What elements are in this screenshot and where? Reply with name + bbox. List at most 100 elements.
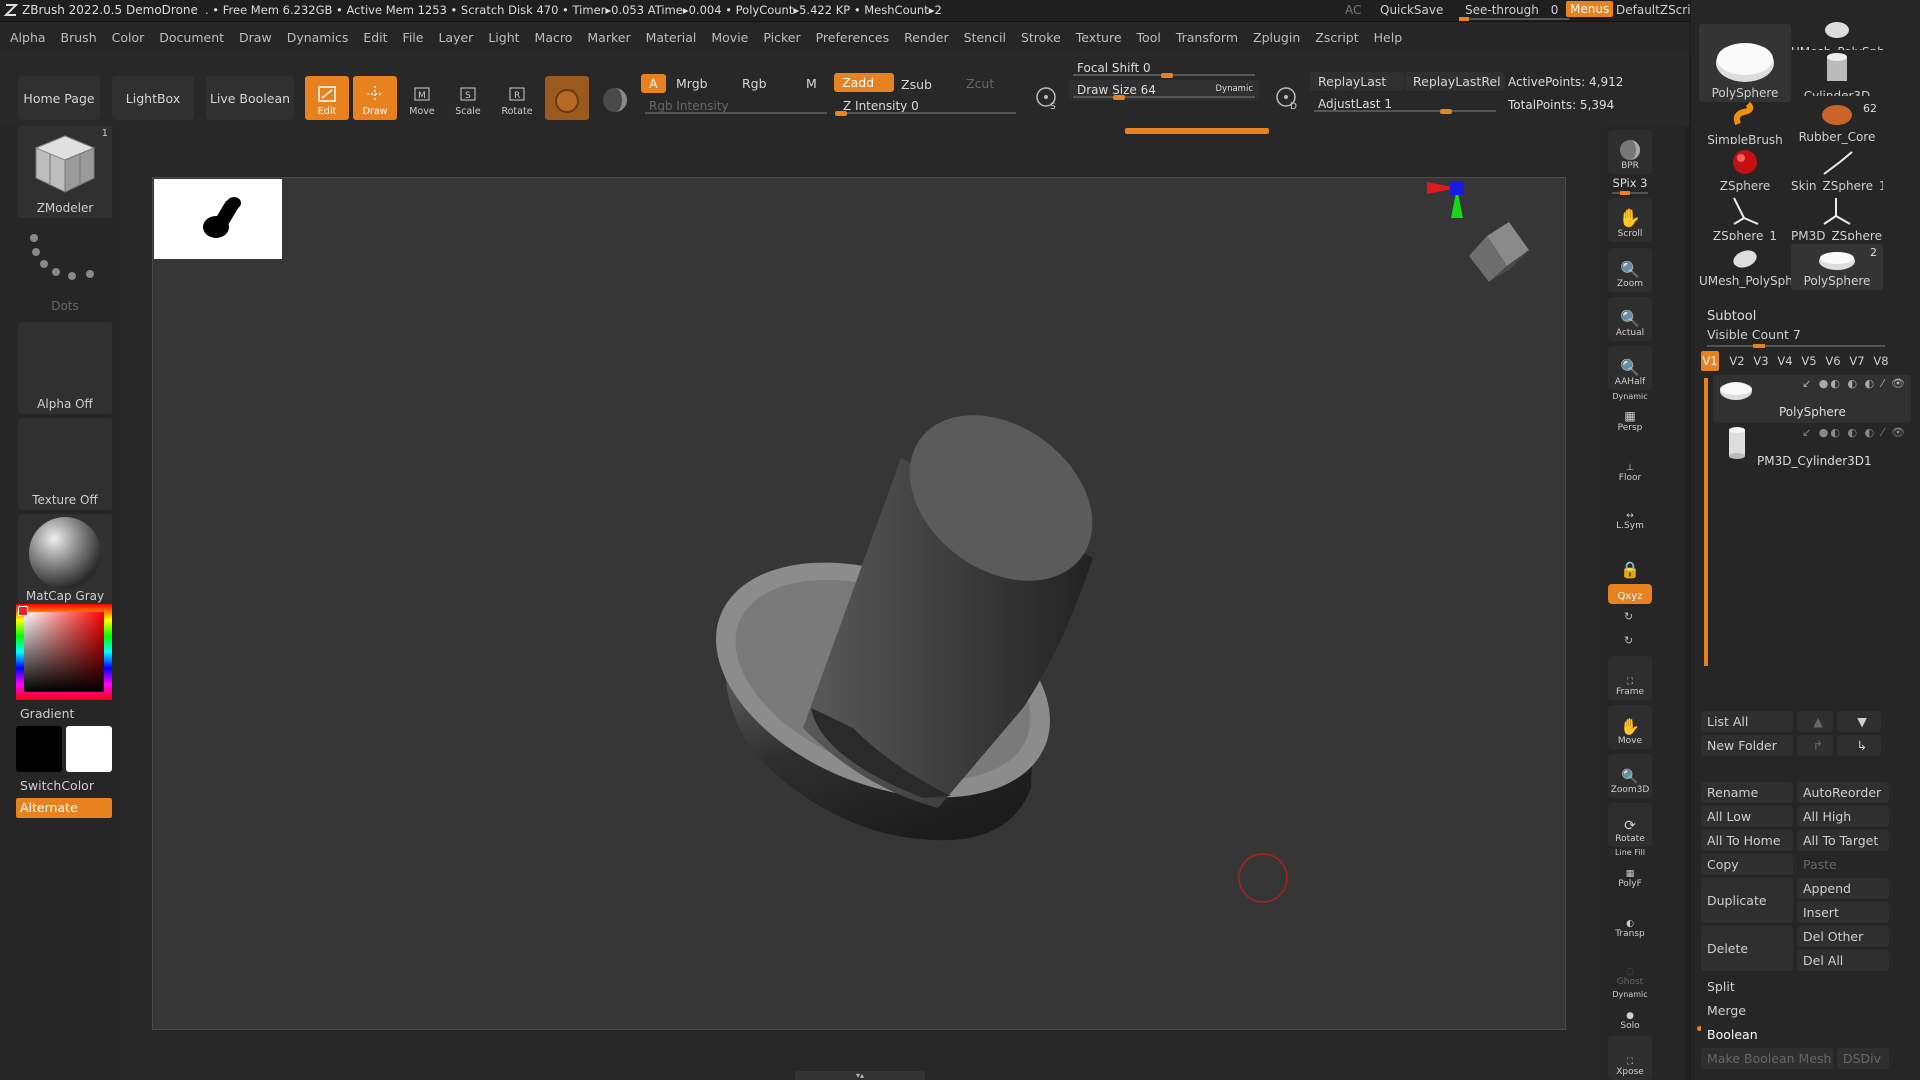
live-boolean-button[interactable]: Live Boolean <box>206 76 294 120</box>
polyf-button[interactable]: Line Fill ▦ PolyF <box>1608 848 1652 892</box>
subtool-title[interactable]: Subtool <box>1707 309 1756 324</box>
mrgb-toggle[interactable]: Mrgb <box>668 74 716 93</box>
tool-item-pm3d-zsphere-[interactable]: PM3D_ZSphere_ <box>1791 196 1883 242</box>
zadd-toggle[interactable]: Zadd <box>834 73 894 92</box>
zoom-button[interactable]: 🔍 Zoom <box>1608 248 1652 292</box>
make-boolean-mesh-button[interactable]: Make Boolean Mesh <box>1701 1048 1833 1069</box>
menu-zscript[interactable]: Zscript <box>1315 30 1358 45</box>
folder-out-icon[interactable]: ↱ <box>1797 735 1833 756</box>
dynamic-d-button[interactable]: D <box>1270 80 1304 116</box>
subtool-scrollbar[interactable] <box>1704 378 1708 666</box>
merge-menu[interactable]: Merge <box>1701 1000 1916 1021</box>
folder-in-icon[interactable]: ↳ <box>1837 735 1881 756</box>
rotate-view-button[interactable]: ⟳ Rotate <box>1608 803 1652 847</box>
all-low-button[interactable]: All Low <box>1701 806 1793 827</box>
home-page-button[interactable]: Home Page <box>18 76 100 120</box>
stroke-dots-button[interactable]: Dots <box>18 224 112 316</box>
new-folder-button[interactable]: New Folder <box>1701 735 1793 756</box>
adjust-last-slider[interactable]: AdjustLast 1 <box>1310 94 1500 114</box>
xyz-symmetry-button[interactable]: Qxyz <box>1608 584 1652 604</box>
rgb-intensity-slider[interactable]: Rgb Intensity <box>641 96 831 116</box>
menu-movie[interactable]: Movie <box>711 30 748 45</box>
menu-texture[interactable]: Texture <box>1076 30 1122 45</box>
texture-button[interactable]: Texture Off <box>18 418 112 510</box>
menu-color[interactable]: Color <box>112 30 145 45</box>
material-button[interactable]: MatCap Gray <box>18 514 112 606</box>
menu-file[interactable]: File <box>403 30 424 45</box>
main-color-swatch[interactable] <box>16 726 62 772</box>
scroll-button[interactable]: ✋ Scroll <box>1608 198 1652 242</box>
lsym-button[interactable]: ↔ L.Sym <box>1608 490 1652 534</box>
menu-light[interactable]: Light <box>488 30 519 45</box>
3d-mesh-model[interactable] <box>653 288 1393 868</box>
menu-draw[interactable]: Draw <box>239 30 272 45</box>
ghost-button[interactable]: ◌ Ghost <box>1608 946 1652 990</box>
tool-item-zsphere-1[interactable]: ZSphere_1 <box>1699 196 1791 242</box>
move-down-arrow-icon[interactable]: ▼ <box>1837 711 1881 732</box>
insert-button[interactable]: Insert <box>1797 902 1889 923</box>
del-all-button[interactable]: Del All <box>1797 950 1889 971</box>
menus-button[interactable]: Menus <box>1566 1 1614 17</box>
dsdiv-slider[interactable]: DSDiv <box>1837 1048 1889 1069</box>
persp-button[interactable]: Dynamic ▦ Persp <box>1608 392 1652 436</box>
menu-zplugin[interactable]: Zplugin <box>1253 30 1300 45</box>
visibility-tab-v2[interactable]: V2 <box>1725 351 1749 371</box>
visibility-tab-v3[interactable]: V3 <box>1749 351 1773 371</box>
tool-item-polysphere[interactable]: PolySphere 2 <box>1791 244 1883 290</box>
menu-layer[interactable]: Layer <box>438 30 473 45</box>
see-through-slider[interactable]: See-through 0 <box>1459 3 1569 21</box>
visibility-tab-v6[interactable]: V6 <box>1821 351 1845 371</box>
bpr-render-button[interactable]: BPR <box>1608 130 1652 174</box>
visible-count-slider[interactable]: Visible Count 7 <box>1701 325 1891 348</box>
actual-button[interactable]: 🔍 Actual <box>1608 297 1652 341</box>
transp-button[interactable]: ◐ Transp <box>1608 898 1652 942</box>
append-button[interactable]: Append <box>1797 878 1889 899</box>
tool-item-umesh-polysphe[interactable]: UMesh_PolySphe <box>1791 22 1883 52</box>
all-to-target-button[interactable]: All To Target <box>1797 830 1889 851</box>
copy-button[interactable]: Copy <box>1701 854 1793 875</box>
alternate-button[interactable]: Alternate <box>16 798 112 818</box>
tool-item-cylinder3d[interactable]: Cylinder3D <box>1791 52 1883 98</box>
texture-sphere-button[interactable] <box>593 76 637 120</box>
menu-brush[interactable]: Brush <box>61 30 97 45</box>
zsub-toggle[interactable]: Zsub <box>893 75 940 94</box>
frame-button[interactable]: ⛶ Frame <box>1608 656 1652 700</box>
tool-item-polysphere[interactable]: PolySphere <box>1699 24 1791 102</box>
move-up-arrow-icon[interactable]: ▲ <box>1797 711 1833 732</box>
menu-transform[interactable]: Transform <box>1176 30 1238 45</box>
rgb-toggle[interactable]: Rgb <box>734 74 775 93</box>
material-swatch-button[interactable] <box>545 76 589 120</box>
visibility-tab-v1[interactable]: V1 <box>1701 351 1719 371</box>
menu-render[interactable]: Render <box>904 30 949 45</box>
m-toggle[interactable]: M <box>798 74 825 93</box>
menu-edit[interactable]: Edit <box>363 30 387 45</box>
gradient-label[interactable]: Gradient <box>20 706 74 721</box>
tool-item-simplebrush[interactable]: SimpleBrush <box>1699 100 1791 146</box>
zcut-toggle[interactable]: Zcut <box>958 74 1002 93</box>
subtool-item-cylinder[interactable]: ↙ ●◐ ◐ ◐ ⁄ 👁 PM3D_Cylinder3D1 <box>1713 424 1911 472</box>
menu-alpha[interactable]: Alpha <box>10 30 46 45</box>
list-all-button[interactable]: List All <box>1701 711 1793 732</box>
rotate-mode-button[interactable]: R Rotate <box>495 76 539 120</box>
quicksave-button[interactable]: QuickSave <box>1380 3 1443 17</box>
menu-preferences[interactable]: Preferences <box>816 30 890 45</box>
lazy-mouse-s-button[interactable]: S <box>1030 80 1064 116</box>
delete-button[interactable]: Delete <box>1701 926 1793 971</box>
visibility-tab-v5[interactable]: V5 <box>1797 351 1821 371</box>
rename-button[interactable]: Rename <box>1701 782 1793 803</box>
move-mode-button[interactable]: M Move <box>400 76 444 120</box>
tool-item-rubber-core[interactable]: Rubber_Core 62 <box>1791 100 1883 146</box>
del-other-button[interactable]: Del Other <box>1797 926 1889 947</box>
replay-last-button[interactable]: ReplayLast <box>1310 72 1404 91</box>
solo-button[interactable]: Dynamic ● Solo <box>1608 990 1652 1034</box>
lock-button[interactable]: 🔒 <box>1608 538 1652 582</box>
visibility-tab-v8[interactable]: V8 <box>1869 351 1893 371</box>
scale-mode-button[interactable]: S Scale <box>446 76 490 120</box>
draw-mode-button[interactable]: Draw <box>353 76 397 120</box>
zoom3d-button[interactable]: 🔍 Zoom3D <box>1608 754 1652 798</box>
all-high-button[interactable]: All High <box>1797 806 1889 827</box>
menu-dynamics[interactable]: Dynamics <box>287 30 349 45</box>
menu-help[interactable]: Help <box>1374 30 1403 45</box>
subtool-status-icons[interactable]: ↙ ●◐ ◐ ◐ ⁄ 👁 <box>1802 377 1907 390</box>
rotate-y-icon[interactable]: ↻ <box>1624 610 1633 623</box>
